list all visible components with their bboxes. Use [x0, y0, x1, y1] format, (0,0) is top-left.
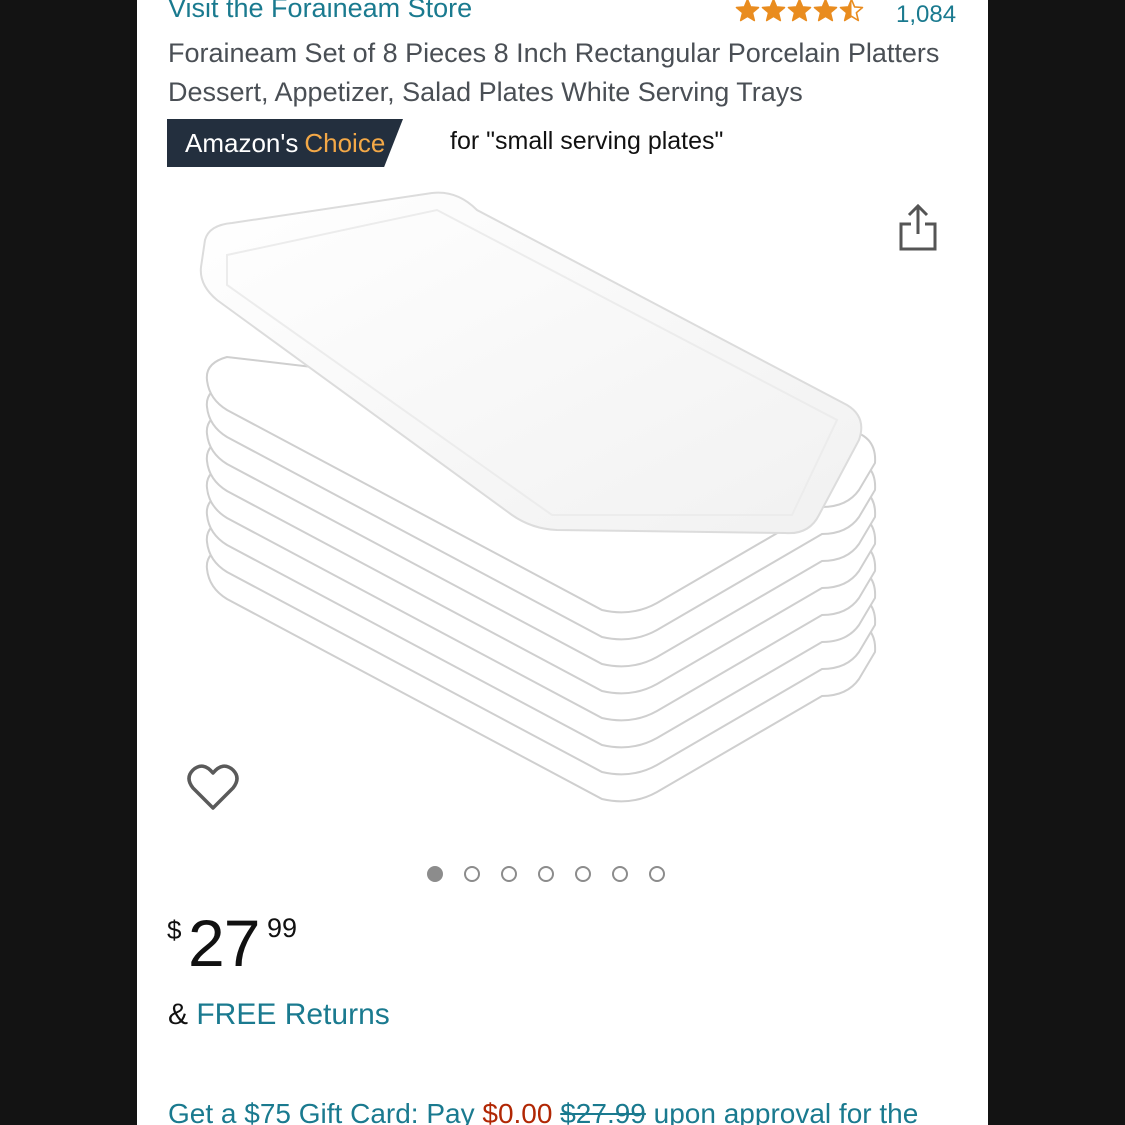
gift-card-offer[interactable]: Get a $75 Gift Card: Pay $0.00 $27.99 up…: [168, 1098, 918, 1125]
carousel-dot[interactable]: [575, 866, 591, 882]
carousel-dot[interactable]: [464, 866, 480, 882]
plate-stack-image[interactable]: [187, 185, 947, 835]
badge-highlight: Choice: [304, 127, 386, 158]
review-count-link[interactable]: 1,084: [896, 1, 956, 29]
gift-new-price: $0.00: [482, 1098, 553, 1125]
badge-label: Amazon's Choice: [167, 119, 403, 167]
gift-text-end: upon approval for the: [645, 1098, 919, 1125]
price-currency: $: [167, 915, 182, 945]
badge-for-text: for "small serving plates": [450, 127, 724, 155]
free-returns-link[interactable]: FREE Returns: [196, 998, 389, 1031]
star-icon: [735, 0, 760, 22]
store-link[interactable]: Visit the Foraineam Store: [168, 0, 472, 24]
star-icon: [761, 0, 786, 22]
image-carousel-dots: [427, 866, 665, 882]
carousel-dot[interactable]: [538, 866, 554, 882]
heart-icon[interactable]: [187, 762, 239, 812]
carousel-dot[interactable]: [501, 866, 517, 882]
amazons-choice-badge: Amazon's Choice for "small serving plates…: [167, 119, 723, 167]
rating-stars: [735, 0, 864, 23]
price-whole: 27: [188, 906, 260, 980]
carousel-dot[interactable]: [649, 866, 665, 882]
gift-old-price: $27.99: [560, 1098, 646, 1125]
gift-text-start: Get a $75 Gift Card: Pay: [168, 1098, 483, 1125]
price-fraction: 99: [267, 913, 298, 943]
returns-info: & FREE Returns: [168, 998, 390, 1032]
product-title: Foraineam Set of 8 Pieces 8 Inch Rectang…: [168, 38, 940, 107]
product-page: Visit the Foraineam Store 1,084 Forainea…: [137, 0, 988, 1125]
star-icon: [813, 0, 838, 22]
returns-prefix: &: [168, 998, 197, 1031]
star-icon: [839, 0, 864, 22]
carousel-dot[interactable]: [612, 866, 628, 882]
carousel-dot[interactable]: [427, 866, 443, 882]
star-rating[interactable]: [735, 0, 864, 23]
star-icon: [787, 0, 812, 22]
badge-prefix: Amazon's: [185, 127, 299, 158]
